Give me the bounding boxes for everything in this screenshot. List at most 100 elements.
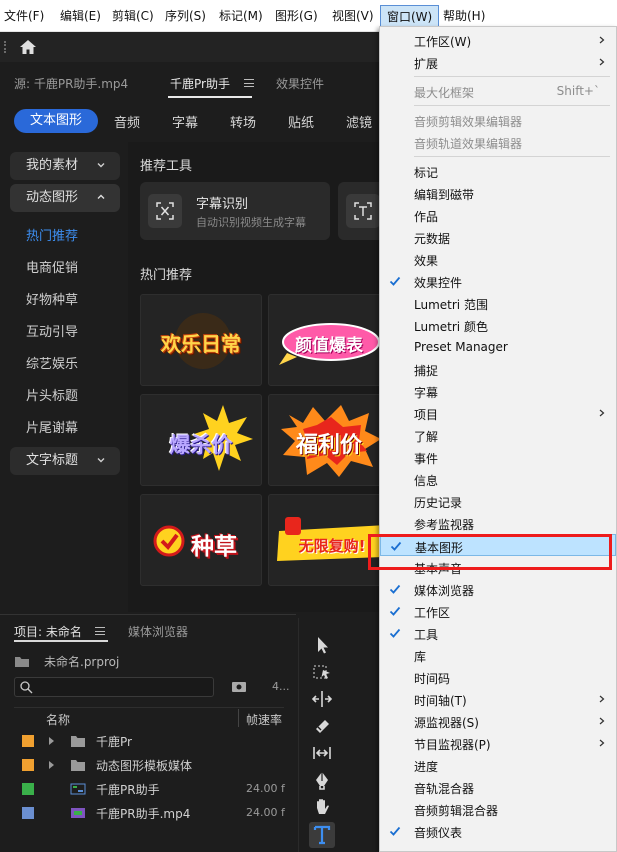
window-menu-item[interactable]: 效果: [380, 248, 616, 270]
sidebar-item-goods[interactable]: 好物种草: [26, 289, 78, 308]
sidebar-group-motion-graphics[interactable]: 动态图形: [10, 184, 120, 212]
drag-grip-icon[interactable]: [4, 41, 6, 53]
window-menu-item[interactable]: 音频仪表: [380, 820, 616, 842]
column-divider[interactable]: [238, 709, 239, 727]
panel-menu-icon[interactable]: [244, 79, 254, 87]
menu-item-label: 最大化框架: [414, 86, 475, 100]
expand-triangle-icon[interactable]: [48, 736, 56, 746]
menu-graphics[interactable]: 图形(G): [275, 8, 318, 24]
template-tile[interactable]: 欢乐日常: [140, 294, 262, 386]
window-menu-item[interactable]: 音频剪辑混合器: [380, 798, 616, 820]
tab-plugin[interactable]: 千鹿Pr助手: [170, 75, 230, 92]
template-tile[interactable]: 福利价: [268, 394, 380, 486]
tab-source[interactable]: 源: 千鹿PR助手.mp4: [14, 75, 128, 92]
window-menu-item[interactable]: 事件: [380, 446, 616, 468]
label-color-swatch[interactable]: [22, 759, 34, 771]
window-menu-item[interactable]: 工作区: [380, 600, 616, 622]
sidebar-item-hot[interactable]: 热门推荐: [26, 225, 78, 244]
category-text-graphics[interactable]: 文本图形: [14, 109, 98, 133]
window-menu-item[interactable]: 工具: [380, 622, 616, 644]
sidebar-item-opening[interactable]: 片头标题: [26, 385, 78, 404]
project-item-row[interactable]: 千鹿PR助手 24.00 f: [14, 777, 285, 801]
expand-triangle-icon[interactable]: [48, 760, 56, 770]
window-menu-item[interactable]: 工作区(W): [380, 29, 616, 51]
window-menu-item[interactable]: Lumetri 范围: [380, 292, 616, 314]
window-menu-item[interactable]: 编辑到磁带: [380, 182, 616, 204]
sidebar-item-variety[interactable]: 综艺娱乐: [26, 353, 78, 372]
window-menu-item[interactable]: 作品: [380, 204, 616, 226]
window-menu-item[interactable]: 项目: [380, 402, 616, 424]
bin-search-icon[interactable]: [231, 680, 247, 694]
category-subtitle[interactable]: 字幕: [172, 112, 198, 131]
label-color-swatch[interactable]: [22, 735, 34, 747]
window-menu-item[interactable]: 捕捉: [380, 358, 616, 380]
category-audio[interactable]: 音频: [114, 112, 140, 131]
template-tile[interactable]: 无限复购!: [268, 494, 380, 586]
column-header-fps[interactable]: 帧速率: [246, 711, 282, 728]
window-menu-item[interactable]: 节目监视器(P): [380, 732, 616, 754]
menu-file[interactable]: 文件(F): [4, 8, 44, 24]
menu-view[interactable]: 视图(V): [332, 8, 374, 24]
window-menu-item[interactable]: 元数据: [380, 226, 616, 248]
project-item-row[interactable]: 千鹿PR助手.mp4 24.00 f: [14, 801, 285, 825]
category-transition[interactable]: 转场: [230, 112, 256, 131]
template-tile[interactable]: 种草: [140, 494, 262, 586]
project-item-row[interactable]: 千鹿Pr: [14, 729, 284, 753]
search-input[interactable]: [14, 677, 214, 697]
project-item-row[interactable]: 动态图形模板媒体: [14, 753, 284, 777]
menu-window[interactable]: 窗口(W): [380, 5, 440, 27]
category-sticker[interactable]: 贴纸: [288, 112, 314, 131]
sidebar-group-my-assets[interactable]: 我的素材: [10, 152, 120, 180]
sidebar-group-text-titles[interactable]: 文字标题: [10, 447, 120, 475]
window-menu-item[interactable]: 效果控件: [380, 270, 616, 292]
template-tile[interactable]: 爆杀价: [140, 394, 262, 486]
sidebar-item-interact[interactable]: 互动引导: [26, 321, 78, 340]
menu-clip[interactable]: 剪辑(C): [112, 8, 154, 24]
window-menu-item[interactable]: 了解: [380, 424, 616, 446]
window-menu-item[interactable]: 历史记录: [380, 490, 616, 512]
menu-sequence[interactable]: 序列(S): [165, 8, 206, 24]
razor-tool-icon[interactable]: [311, 715, 333, 737]
menu-item-label: 进度: [414, 760, 439, 774]
window-menu-item[interactable]: Lumetri 颜色: [380, 314, 616, 336]
window-menu-item[interactable]: Preset Manager: [380, 336, 616, 358]
label-color-swatch[interactable]: [22, 807, 34, 819]
hand-tool-icon[interactable]: [311, 796, 333, 818]
window-menu-item[interactable]: 进度: [380, 754, 616, 776]
column-header-name[interactable]: 名称: [46, 711, 70, 728]
window-menu-item[interactable]: 参考监视器: [380, 512, 616, 534]
type-tool-button[interactable]: [309, 822, 335, 848]
template-tile[interactable]: 颜值爆表: [268, 294, 380, 386]
window-menu-item[interactable]: 音轨混合器: [380, 776, 616, 798]
window-menu-item: 最大化框架 Shift+`: [380, 80, 616, 102]
home-icon[interactable]: [18, 37, 38, 57]
pen-tool-icon[interactable]: [311, 769, 333, 791]
menu-item-label: 时间轴(T): [414, 694, 467, 708]
menu-marker[interactable]: 标记(M): [219, 8, 263, 24]
window-menu-item[interactable]: 库: [380, 644, 616, 666]
window-menu-item[interactable]: 时间码: [380, 666, 616, 688]
tab-project[interactable]: 项目: 未命名: [14, 623, 82, 640]
sidebar-item-ecommerce[interactable]: 电商促销: [26, 257, 78, 276]
window-menu-item[interactable]: 字幕: [380, 380, 616, 402]
ripple-edit-tool-icon[interactable]: [311, 688, 333, 710]
track-select-tool-icon[interactable]: [311, 661, 333, 683]
tool-card-subtitle-recognition[interactable]: 字幕识别 自动识别视频生成字幕: [140, 182, 330, 240]
selection-tool-icon[interactable]: [311, 634, 333, 656]
window-menu-item[interactable]: 时间轴(T): [380, 688, 616, 710]
label-color-swatch[interactable]: [22, 783, 34, 795]
tool-card-text[interactable]: [338, 182, 380, 240]
tab-media-browser[interactable]: 媒体浏览器: [128, 623, 188, 640]
menu-edit[interactable]: 编辑(E): [60, 8, 101, 24]
menu-help[interactable]: 帮助(H): [443, 8, 485, 24]
panel-menu-icon[interactable]: [95, 627, 105, 635]
window-menu-item[interactable]: 信息: [380, 468, 616, 490]
window-menu-item[interactable]: 媒体浏览器: [380, 578, 616, 600]
window-menu-item[interactable]: 扩展: [380, 51, 616, 73]
window-menu-item[interactable]: 源监视器(S): [380, 710, 616, 732]
category-filter[interactable]: 滤镜: [346, 112, 372, 131]
slip-tool-icon[interactable]: [311, 742, 333, 764]
tab-effect-controls[interactable]: 效果控件: [276, 75, 324, 92]
sidebar-item-ending[interactable]: 片尾谢幕: [26, 417, 78, 436]
window-menu-item[interactable]: 标记: [380, 160, 616, 182]
